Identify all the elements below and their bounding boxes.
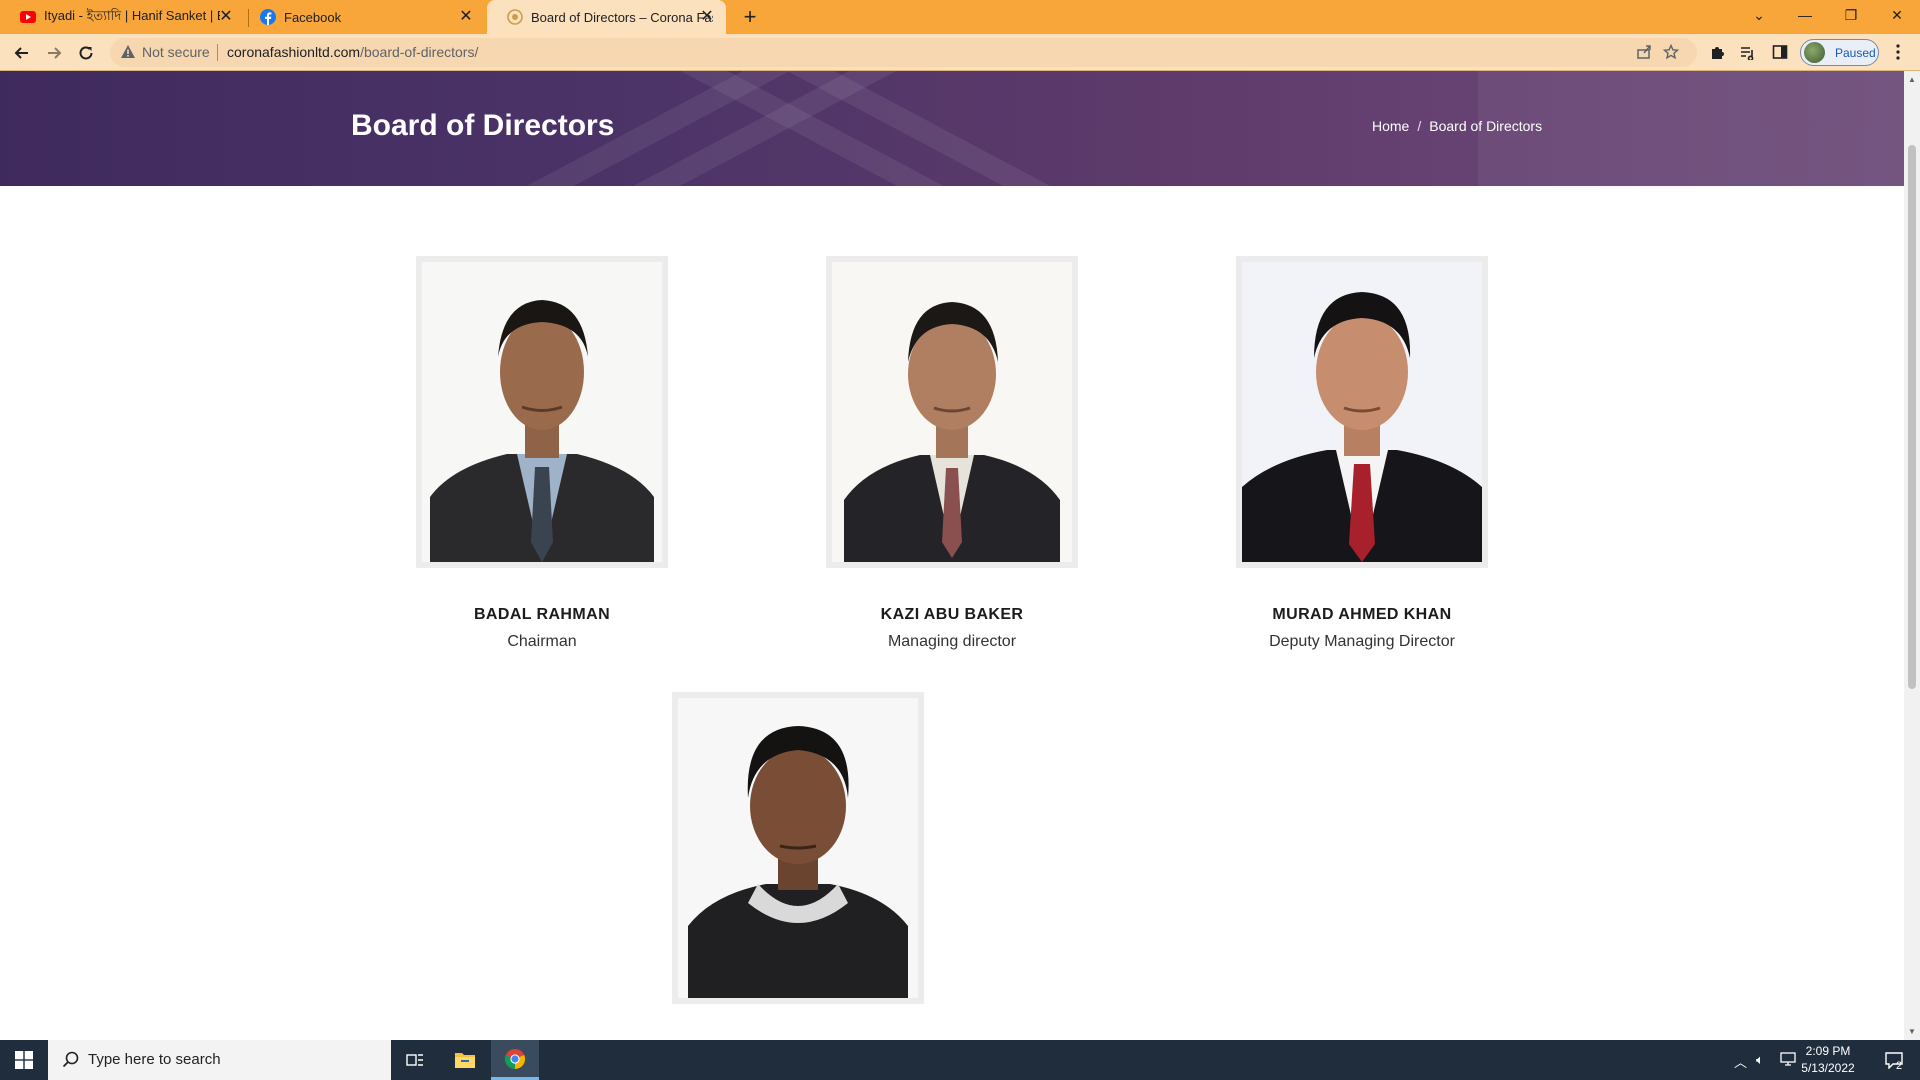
close-icon[interactable]: ✕: [217, 8, 235, 26]
site-icon: [507, 9, 523, 25]
side-panel-icon[interactable]: [1770, 42, 1790, 62]
volume-icon[interactable]: 🔈︎: [1756, 1052, 1764, 1068]
profile-button[interactable]: Paused: [1800, 39, 1879, 66]
director-role: Deputy Managing Director: [1269, 633, 1455, 650]
url-text[interactable]: coronafashionltd.com/board-of-directors/: [227, 44, 478, 60]
divider: [217, 44, 218, 61]
clock-time: 2:09 PM: [1805, 1044, 1851, 1058]
breadcrumb-separator: /: [1417, 118, 1422, 134]
url-domain: coronafashionltd.com: [227, 44, 361, 60]
search-icon: [62, 1051, 79, 1073]
portrait-image: [832, 262, 1072, 562]
director-photo: [826, 256, 1078, 568]
warning-icon[interactable]: [120, 44, 136, 65]
minimize-button[interactable]: —: [1782, 0, 1828, 30]
tab-board-of-directors[interactable]: Board of Directors – Corona Fash ✕: [487, 0, 726, 34]
tab-facebook[interactable]: Facebook ✕: [240, 0, 485, 34]
kebab-menu-icon[interactable]: [1888, 42, 1908, 62]
scroll-down-arrow-icon[interactable]: ▼: [1908, 1027, 1916, 1036]
profile-status: Paused: [1835, 45, 1876, 60]
restore-button[interactable]: ❐: [1828, 0, 1874, 30]
system-clock[interactable]: 2:09 PM 5/13/2022: [1796, 1043, 1860, 1077]
tab-title: Board of Directors – Corona Fash: [531, 9, 713, 25]
director-role: Chairman: [507, 633, 577, 650]
director-photo: [416, 256, 668, 568]
share-icon[interactable]: [1635, 43, 1653, 61]
media-queue-icon[interactable]: [1737, 42, 1757, 62]
tab-ityadi[interactable]: Ityadi - ইত্যাদি | Hanif Sanket | Ei ✕: [0, 0, 245, 34]
reload-icon[interactable]: [74, 41, 98, 65]
close-icon[interactable]: ✕: [698, 8, 716, 26]
new-tab-button[interactable]: +: [737, 4, 763, 30]
youtube-icon: [20, 9, 36, 25]
windows-start-icon[interactable]: [0, 1040, 48, 1080]
breadcrumb-home-link[interactable]: Home: [1372, 118, 1409, 134]
clock-date: 5/13/2022: [1801, 1061, 1855, 1075]
page-scrollbar[interactable]: ▲ ▼: [1904, 71, 1920, 1040]
tab-title: Ityadi - ইত্যাদি | Hanif Sanket | Ei: [44, 7, 220, 23]
file-explorer-icon[interactable]: [441, 1040, 489, 1080]
avatar: [1804, 42, 1825, 63]
notification-center-icon[interactable]: 2: [1872, 1040, 1916, 1080]
security-label[interactable]: Not secure: [142, 44, 210, 60]
window-close-button[interactable]: ✕: [1874, 0, 1920, 30]
taskbar-search-box[interactable]: Type here to search: [48, 1040, 391, 1080]
browser-toolbar: Not secure coronafashionltd.com/board-of…: [0, 34, 1920, 71]
breadcrumb: Home / Board of Directors: [1372, 118, 1542, 134]
portrait-image: [1242, 262, 1482, 562]
network-icon[interactable]: [1780, 1052, 1796, 1069]
breadcrumb-current: Board of Directors: [1429, 118, 1543, 134]
portrait-image: [678, 698, 918, 998]
director-name: BADAL RAHMAN: [473, 606, 611, 623]
extensions-puzzle-icon[interactable]: [1707, 42, 1727, 62]
tab-title: Facebook: [284, 9, 342, 25]
facebook-icon: [260, 9, 276, 25]
chrome-taskbar-icon[interactable]: [491, 1040, 539, 1080]
back-arrow-icon[interactable]: [10, 41, 34, 65]
search-placeholder: Type here to search: [88, 1051, 221, 1068]
scrollbar-thumb[interactable]: [1908, 145, 1916, 689]
director-name: KAZI ABU BAKER: [880, 606, 1024, 623]
bookmark-star-icon[interactable]: [1662, 43, 1680, 61]
task-view-icon[interactable]: [391, 1040, 439, 1080]
url-path: /board-of-directors/: [360, 44, 479, 60]
notification-count: 2: [1896, 1060, 1903, 1072]
forward-arrow-icon[interactable]: [42, 41, 66, 65]
page-header-banner: Board of Directors Home / Board of Direc…: [0, 71, 1904, 186]
director-role: Managing director: [887, 633, 1017, 650]
scroll-up-arrow-icon[interactable]: ▲: [1908, 75, 1916, 84]
chevron-up-icon[interactable]: ︿: [1734, 1052, 1747, 1071]
address-bar[interactable]: Not secure coronafashionltd.com/board-of…: [110, 38, 1697, 67]
director-name: MURAD AHMED KHAN: [1272, 606, 1452, 623]
windows-taskbar: Type here to search ︿ 🔈︎ 2:09 PM 5/13/20…: [0, 1040, 1920, 1080]
tab-search-chevron-icon[interactable]: ⌄: [1736, 0, 1782, 30]
tab-strip: Ityadi - ইত্যাদি | Hanif Sanket | Ei ✕ F…: [0, 0, 1920, 34]
director-photo: [1236, 256, 1488, 568]
page-title: Board of Directors: [351, 109, 615, 142]
director-photo: [672, 692, 924, 1004]
portrait-image: [422, 262, 662, 562]
close-icon[interactable]: ✕: [457, 8, 475, 26]
